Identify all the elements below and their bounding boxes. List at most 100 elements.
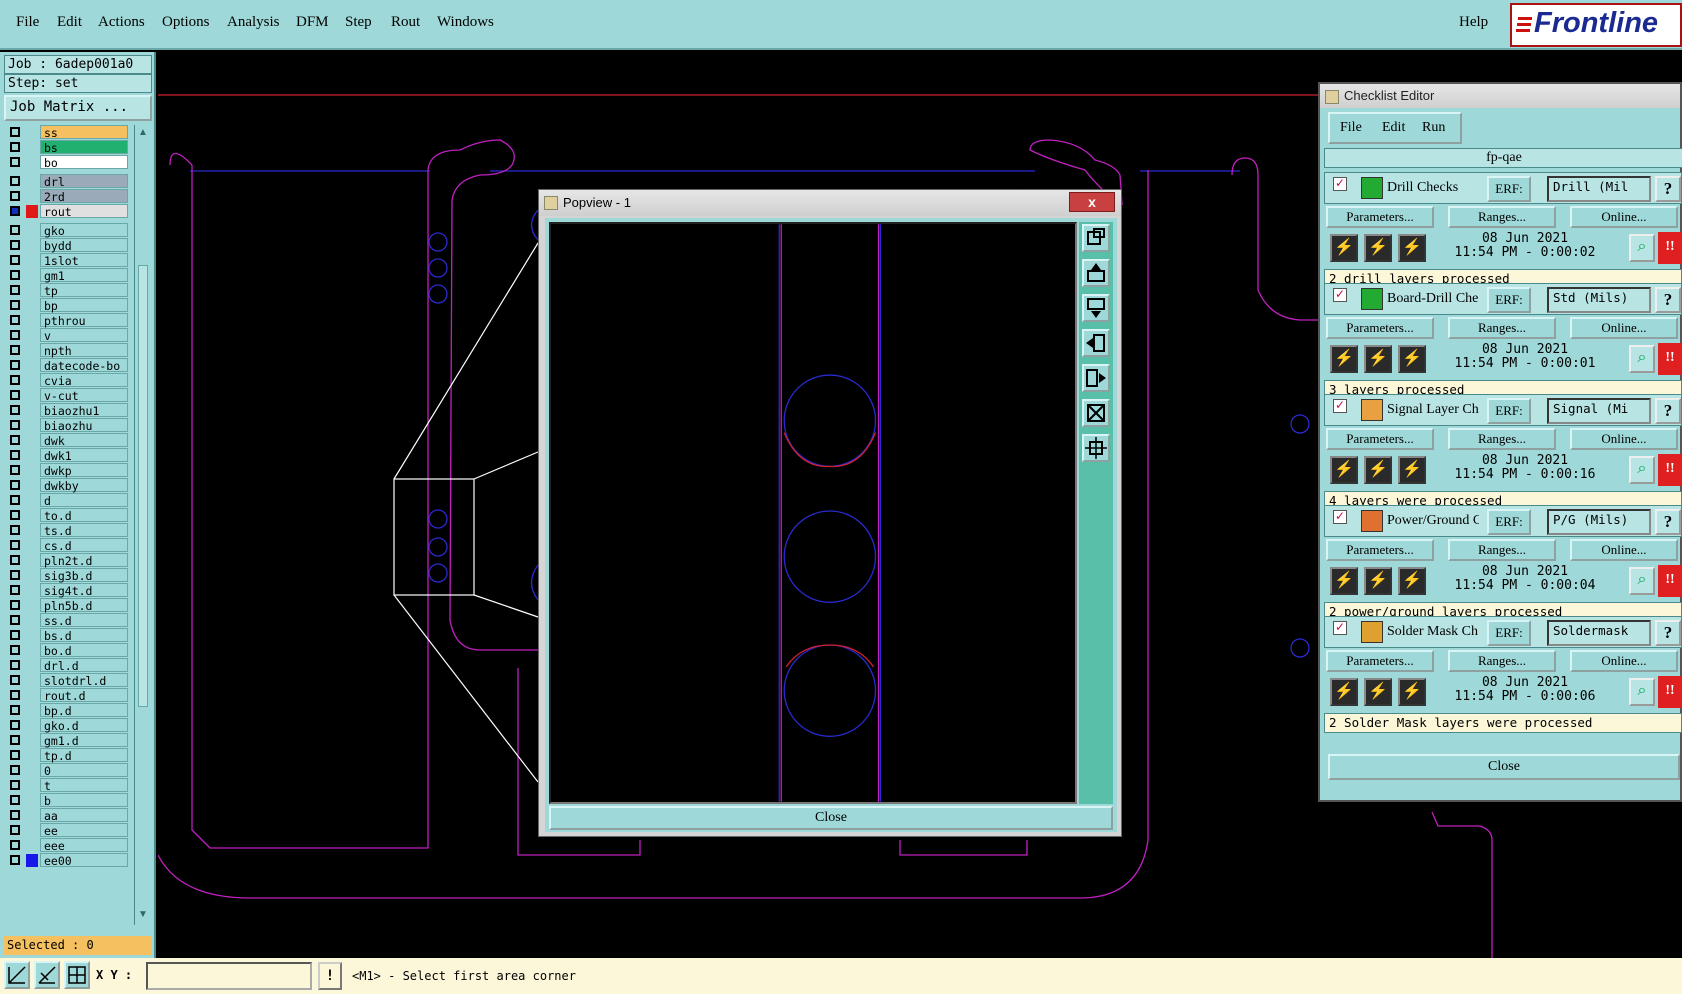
layer-name[interactable]: bp (40, 298, 128, 313)
layer-checkbox[interactable] (10, 510, 20, 520)
erf-button[interactable]: ERF: (1487, 509, 1531, 535)
layer-checkbox[interactable] (10, 390, 20, 400)
layer-row[interactable]: ee00 (4, 853, 132, 868)
layer-name[interactable]: npth (40, 343, 128, 358)
layer-name[interactable]: tp.d (40, 748, 128, 763)
layer-checkbox[interactable] (10, 555, 20, 565)
run-subset-icon[interactable]: ⚡ (1364, 345, 1392, 373)
menu-step[interactable]: Step (345, 14, 372, 31)
check-name[interactable]: Drill Checks (1387, 180, 1479, 196)
layer-name[interactable]: pthrou (40, 313, 128, 328)
ranges-button[interactable]: Ranges... (1448, 206, 1556, 228)
layer-name[interactable]: bo (40, 155, 128, 170)
check-enabled-checkbox[interactable]: ✓ (1333, 621, 1347, 635)
layer-row[interactable]: tp.d (4, 748, 132, 763)
check-enabled-checkbox[interactable]: ✓ (1333, 510, 1347, 524)
check-name[interactable]: Power/Ground C (1387, 513, 1479, 529)
online-button[interactable]: Online... (1570, 428, 1678, 450)
layer-checkbox[interactable] (10, 615, 20, 625)
scroll-thumb[interactable] (138, 265, 148, 707)
check-enabled-checkbox[interactable]: ✓ (1333, 288, 1347, 302)
layer-row[interactable]: ss.d (4, 613, 132, 628)
menu-analysis[interactable]: Analysis (227, 14, 280, 31)
layer-checkbox[interactable] (10, 705, 20, 715)
layer-row[interactable]: ss (4, 125, 132, 140)
layer-row[interactable]: 2rd (4, 189, 132, 204)
popview-canvas[interactable] (549, 222, 1077, 804)
help-button[interactable]: ? (1655, 398, 1681, 424)
layer-checkbox[interactable] (10, 585, 20, 595)
layer-row[interactable]: biaozhu (4, 418, 132, 433)
layer-name[interactable]: gko.d (40, 718, 128, 733)
layer-checkbox[interactable] (10, 255, 20, 265)
menu-help[interactable]: Help (1459, 14, 1488, 31)
run-subset-icon[interactable]: ⚡ (1364, 456, 1392, 484)
pv-pan-left-icon[interactable] (1082, 329, 1110, 357)
layer-checkbox[interactable] (10, 240, 20, 250)
help-button[interactable]: ? (1655, 620, 1681, 646)
job-matrix-button[interactable]: Job Matrix ... (4, 95, 152, 121)
parameters-button[interactable]: Parameters... (1326, 428, 1434, 450)
layer-row[interactable]: 1slot (4, 253, 132, 268)
layer-checkbox[interactable] (10, 375, 20, 385)
pv-pan-down-icon[interactable] (1082, 294, 1110, 322)
layer-name[interactable]: ee00 (40, 853, 128, 868)
pv-zoom-home-icon[interactable] (1082, 399, 1110, 427)
layer-row[interactable]: aa (4, 808, 132, 823)
pv-zoom-fit-icon[interactable] (1082, 434, 1110, 462)
layer-checkbox[interactable] (10, 720, 20, 730)
parameters-button[interactable]: Parameters... (1326, 539, 1434, 561)
check-enabled-checkbox[interactable]: ✓ (1333, 399, 1347, 413)
zoom-in-tool-icon[interactable] (4, 961, 30, 989)
layer-checkbox[interactable] (10, 285, 20, 295)
layer-checkbox[interactable] (10, 630, 20, 640)
layer-name[interactable]: gm1 (40, 268, 128, 283)
erf-value[interactable]: Drill (Mil (1547, 176, 1651, 202)
layer-checkbox[interactable] (10, 690, 20, 700)
layer-row[interactable]: gm1 (4, 268, 132, 283)
layer-row[interactable]: d (4, 493, 132, 508)
layer-row[interactable]: bo.d (4, 643, 132, 658)
layer-name[interactable]: biaozhu1 (40, 403, 128, 418)
cl-menu-edit[interactable]: Edit (1382, 120, 1405, 136)
erf-button[interactable]: ERF: (1487, 176, 1531, 202)
layer-name[interactable]: v-cut (40, 388, 128, 403)
erf-button[interactable]: ERF: (1487, 398, 1531, 424)
layer-name[interactable]: b (40, 793, 128, 808)
menu-options[interactable]: Options (162, 14, 210, 31)
layer-row[interactable]: gko (4, 223, 132, 238)
layer-checkbox[interactable] (10, 570, 20, 580)
pv-zoom-window-icon[interactable] (1082, 224, 1110, 252)
run-subset-icon[interactable]: ⚡ (1364, 678, 1392, 706)
erf-value[interactable]: Signal (Mi (1547, 398, 1651, 424)
layer-name[interactable]: 2rd (40, 189, 128, 204)
layer-name[interactable]: ts.d (40, 523, 128, 538)
run-check-icon[interactable]: ⚡ (1330, 345, 1358, 373)
layer-name[interactable]: bs (40, 140, 128, 155)
layer-checkbox[interactable] (10, 540, 20, 550)
layer-checkbox[interactable] (10, 176, 20, 186)
measure-tool-icon[interactable] (34, 961, 60, 989)
layer-row[interactable]: bo (4, 155, 132, 170)
layer-row[interactable]: bydd (4, 238, 132, 253)
layer-name[interactable]: dwkp (40, 463, 128, 478)
stop-check-icon[interactable]: ⚡ (1398, 567, 1426, 595)
layer-checkbox[interactable] (10, 360, 20, 370)
layer-row[interactable]: gm1.d (4, 733, 132, 748)
layer-name[interactable]: ss.d (40, 613, 128, 628)
run-check-icon[interactable]: ⚡ (1330, 456, 1358, 484)
view-results-icon[interactable]: ⌕ (1629, 567, 1655, 595)
layer-name[interactable]: rout.d (40, 688, 128, 703)
layer-name[interactable]: ss (40, 125, 128, 140)
erf-button[interactable]: ERF: (1487, 287, 1531, 313)
popview-close-icon[interactable]: x (1069, 192, 1115, 212)
ranges-button[interactable]: Ranges... (1448, 428, 1556, 450)
layer-checkbox[interactable] (10, 345, 20, 355)
cl-menu-run[interactable]: Run (1422, 120, 1445, 136)
layer-row[interactable]: dwkp (4, 463, 132, 478)
layer-name[interactable]: datecode-bo (40, 358, 128, 373)
layer-checkbox[interactable] (10, 127, 20, 137)
layer-checkbox[interactable] (10, 450, 20, 460)
alert-icon[interactable]: !! (1658, 232, 1682, 264)
layer-checkbox[interactable] (10, 191, 20, 201)
